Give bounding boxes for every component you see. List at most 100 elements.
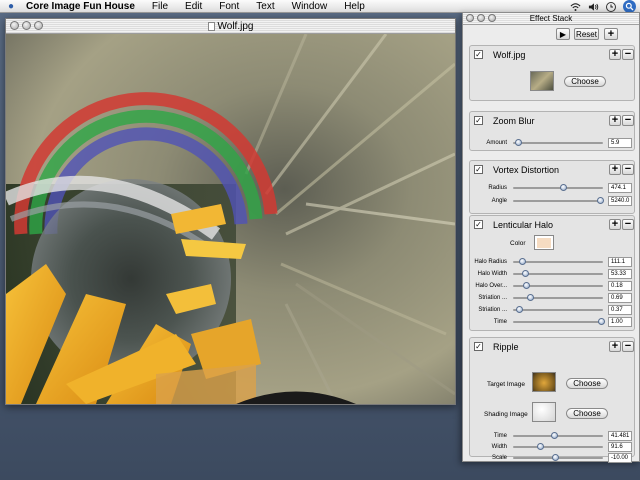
slider-knob[interactable] (537, 443, 544, 450)
insert-effect-button[interactable]: + (609, 115, 621, 126)
slider-knob[interactable] (516, 306, 524, 313)
effect-title: Vortex Distortion (493, 165, 560, 175)
param-value-field[interactable]: 91.6 (608, 442, 632, 452)
menu-window[interactable]: Window (283, 1, 336, 12)
param-value-field[interactable]: 0.18 (608, 281, 632, 291)
slider-knob[interactable] (522, 282, 530, 289)
effect-header: ✓ Vortex Distortion + − (470, 161, 634, 177)
effect-stack-titlebar[interactable]: Effect Stack (463, 13, 639, 25)
panel-zoom-button[interactable] (488, 14, 496, 22)
effect-title: Lenticular Halo (493, 220, 554, 230)
effect-enable-checkbox[interactable]: ✓ (474, 50, 483, 59)
effect-header: ✓ Ripple + − (470, 338, 634, 354)
param-value-field[interactable]: 111.1 (608, 257, 632, 267)
param-value-field[interactable]: -10.00 (608, 453, 632, 463)
close-button[interactable] (10, 21, 19, 30)
param-slider[interactable] (513, 443, 603, 450)
param-slider[interactable] (513, 139, 603, 146)
slider-knob[interactable] (521, 270, 529, 277)
slider-knob[interactable] (551, 432, 559, 439)
param-value-field[interactable]: 5240.0 (608, 196, 632, 206)
volume-icon[interactable] (588, 1, 599, 12)
param-value-field[interactable]: 53.33 (608, 269, 632, 279)
insert-effect-button[interactable]: + (609, 164, 621, 175)
param-slider[interactable] (513, 454, 603, 461)
slider-knob[interactable] (598, 318, 606, 325)
insert-effect-button[interactable]: + (609, 341, 621, 352)
slider-knob[interactable] (597, 197, 605, 204)
param-slider[interactable] (513, 258, 603, 265)
param-label: Striation ... (478, 307, 507, 313)
menu-font[interactable]: Font (210, 1, 247, 12)
play-button[interactable]: ▶ (556, 28, 570, 40)
effect-stack-panel: Effect Stack ▶ Reset + ✓ Wolf.jpg + − Ch… (462, 12, 640, 463)
insert-effect-button[interactable]: + (609, 49, 621, 60)
wifi-icon[interactable] (570, 1, 581, 12)
menu-help[interactable]: Help (335, 1, 373, 12)
param-slider[interactable] (513, 197, 605, 204)
choose-target-image-button[interactable]: Choose (566, 378, 608, 389)
effect-lenticular-halo: ✓ Lenticular Halo + − Color Halo Radius … (469, 215, 635, 331)
param-row: Scale -10.00 (470, 453, 634, 463)
param-slider[interactable] (513, 306, 603, 313)
shading-image-thumbnail (532, 402, 556, 422)
param-slider[interactable] (513, 318, 606, 325)
remove-effect-button[interactable]: − (622, 341, 634, 352)
choose-shading-image-button[interactable]: Choose (566, 408, 608, 419)
param-value-field[interactable]: 0.37 (608, 305, 632, 315)
minus-icon: − (624, 163, 632, 175)
zoom-button[interactable] (34, 21, 43, 30)
param-row: Time 41.481 (470, 431, 634, 441)
param-slider[interactable] (513, 294, 603, 301)
add-effect-button[interactable]: + (604, 28, 618, 40)
param-value-field[interactable]: 0.69 (608, 293, 632, 303)
remove-effect-button[interactable]: − (622, 49, 634, 60)
halo-color-well[interactable] (534, 235, 554, 250)
effect-enable-checkbox[interactable]: ✓ (474, 116, 483, 125)
menu-edit[interactable]: Edit (176, 1, 210, 12)
slider-knob[interactable] (560, 184, 568, 191)
plus-icon: + (611, 218, 619, 230)
slider-knob[interactable] (515, 139, 523, 146)
param-row: Time 1.00 (470, 317, 634, 327)
remove-effect-button[interactable]: − (622, 115, 634, 126)
apple-logo-icon[interactable]: ● (0, 1, 22, 12)
param-label: Amount (486, 140, 507, 146)
minus-icon: − (624, 114, 632, 126)
effect-enable-checkbox[interactable]: ✓ (474, 220, 483, 229)
menu-file[interactable]: File (143, 1, 176, 12)
slider-knob[interactable] (519, 258, 526, 265)
document-icon (207, 21, 215, 31)
reset-button[interactable]: Reset (574, 28, 599, 40)
param-label: Time (493, 319, 507, 325)
panel-close-button[interactable] (466, 14, 474, 22)
document-titlebar[interactable]: Wolf.jpg (6, 19, 455, 34)
panel-minimize-button[interactable] (477, 14, 485, 22)
insert-effect-button[interactable]: + (609, 219, 621, 230)
slider-knob[interactable] (552, 454, 560, 461)
param-row: Striation ... 0.37 (470, 305, 634, 315)
param-value-field[interactable]: 41.481 (608, 431, 632, 441)
image-canvas[interactable] (6, 34, 455, 404)
param-value-field[interactable]: 5.9 (608, 138, 632, 148)
param-value-field[interactable]: 1.00 (608, 317, 632, 327)
minimize-button[interactable] (22, 21, 31, 30)
effect-enable-checkbox[interactable]: ✓ (474, 342, 483, 351)
menu-text[interactable]: Text (247, 1, 282, 12)
param-label: Halo Width (477, 271, 507, 277)
effect-title: Wolf.jpg (493, 50, 526, 60)
param-value-field[interactable]: 474.1 (608, 183, 632, 193)
param-slider[interactable] (513, 432, 603, 439)
param-label: Striation ... (478, 295, 507, 301)
remove-effect-button[interactable]: − (622, 164, 634, 175)
menu-app-name[interactable]: Core Image Fun House (22, 1, 143, 12)
slider-knob[interactable] (527, 294, 535, 301)
param-slider[interactable] (513, 270, 603, 277)
source-image-thumbnail (530, 71, 554, 91)
effect-enable-checkbox[interactable]: ✓ (474, 165, 483, 174)
param-slider[interactable] (513, 184, 603, 191)
remove-effect-button[interactable]: − (622, 219, 634, 230)
choose-image-button[interactable]: Choose (564, 76, 606, 87)
clock-icon[interactable] (606, 1, 616, 12)
param-slider[interactable] (513, 282, 603, 289)
